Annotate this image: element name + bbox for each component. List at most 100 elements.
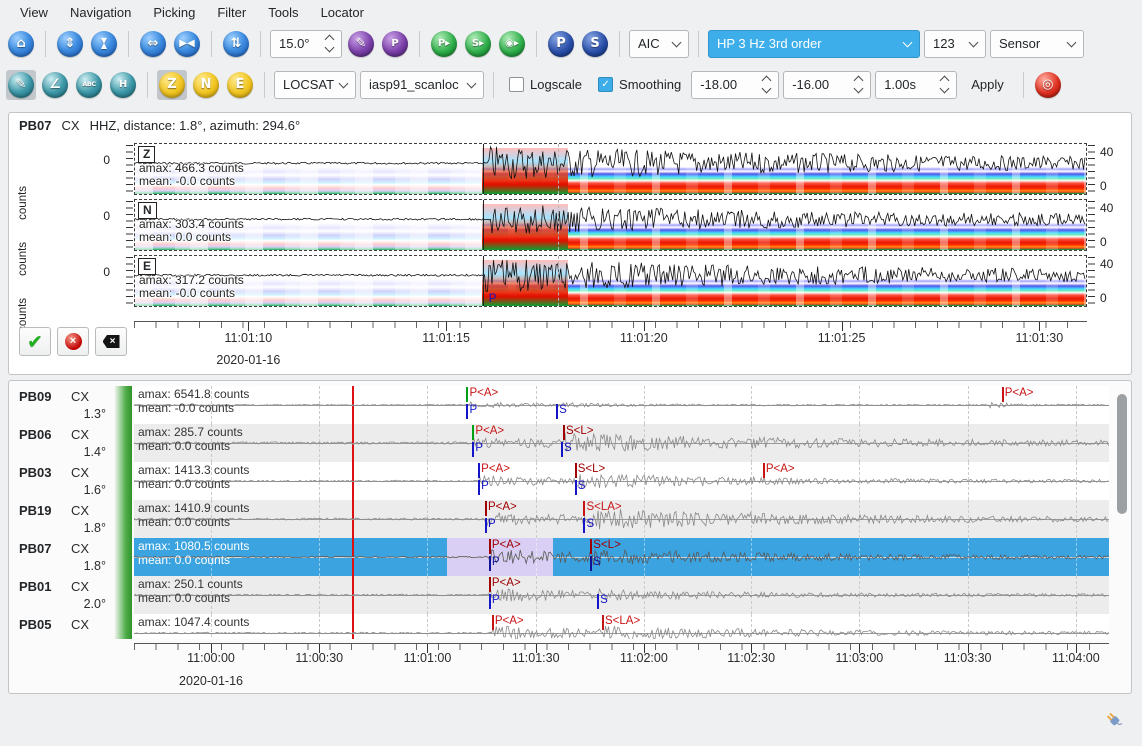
station-row-pb01[interactable]: PB01CX2.0°amax: 250.1 countsmean: 0.0 co… [9,576,1131,614]
max-distance-spinbox[interactable]: 15.0° [270,30,342,58]
trace-cell[interactable]: amax: 285.7 countsmean: 0.0 countsP<A>PS… [134,424,1109,462]
goto-next-s-button[interactable]: S▸ [463,29,493,59]
station-row-pb19[interactable]: PB19CX1.8°amax: 1410.9 countsmean: 0.0 c… [9,500,1131,538]
phase-marker[interactable]: P [472,441,542,458]
menu-tools[interactable]: Tools [258,2,308,23]
repick-p-button[interactable]: P [546,29,576,59]
trace-cell[interactable]: amax: 1413.3 countsmean: 0.0 countsP<A>P… [134,462,1109,500]
trace-cell[interactable]: amax: 1080.5 countsmean: 0.0 countsP<A>P… [134,538,1109,576]
menu-view[interactable]: View [10,2,58,23]
remove-pick-button[interactable]: × [95,327,127,356]
pick-tool-button[interactable]: ✎ [346,29,376,59]
phase-marker[interactable]: S [556,403,626,420]
amax-label: amax: 317.2 counts [139,273,244,287]
station-row-pb03[interactable]: PB03CX1.6°amax: 1413.3 countsmean: 0.0 c… [9,462,1131,500]
phase-marker[interactable]: P<A> [478,462,548,479]
time-zoom-out-button[interactable]: ⇔ [138,29,168,59]
phase-marker[interactable]: S<L> [575,462,645,479]
component-plot-z[interactable]: Zamax: 466.3 countsmean: -0.0 counts [134,143,1087,195]
scrollbar-thumb[interactable] [1117,394,1127,514]
phase-marker[interactable]: S<LA> [602,614,672,631]
time-tick-label: 11:01:25 [818,331,866,345]
right-axis: 400 [1087,199,1131,251]
toolbar-separator [45,31,46,57]
locator-combo[interactable]: LOCSAT [274,71,356,99]
goto-next-station-button[interactable]: ◉▸ [497,29,527,59]
phase-marker[interactable]: P<A> [1002,386,1072,403]
toolbar-separator [536,31,537,57]
smoothing-checkbox[interactable]: ✓Smoothing [598,77,681,92]
phase-marker[interactable]: S [590,555,660,572]
component-order-combo[interactable]: 123 [924,30,986,58]
phase-marker[interactable]: P [485,517,555,534]
time-zoom-in-button[interactable]: ▶◀ [172,29,202,59]
logscale-checkbox[interactable]: Logscale [509,77,582,92]
amplitude-zoom-reset-button[interactable]: ▼▲ [89,29,119,59]
phase-marker[interactable]: P [478,479,548,496]
phase-marker[interactable]: P<A> [489,576,559,593]
home-button[interactable]: ⌂ [6,29,36,59]
time-window-spinbox[interactable]: 1.00s [875,71,957,99]
station-label-cell: PB19CX1.8° [9,500,134,538]
reset-view-button[interactable]: ⇅ [221,29,251,59]
angle-tool-button[interactable]: ∠ [40,70,70,100]
reject-pick-button[interactable]: × [57,327,89,356]
menu-filter[interactable]: Filter [207,2,256,23]
align-tool-button[interactable]: H [108,70,138,100]
phase-marker[interactable]: P<A> [492,614,562,631]
phase-marker[interactable]: S [583,517,653,534]
phase-marker[interactable]: S<L> [563,424,633,441]
trace-cell[interactable]: amax: 250.1 countsmean: 0.0 countsP<A>PS [134,576,1109,614]
component-z-button[interactable]: Z [157,70,187,100]
apply-button[interactable]: Apply [961,73,1014,96]
station-row-pb06[interactable]: PB06CX1.4°amax: 285.7 countsmean: 0.0 co… [9,424,1131,462]
pick-marker-line[interactable] [483,256,484,306]
picker-algorithm-combo[interactable]: AIC [629,30,689,58]
phase-marker[interactable]: P [489,555,559,572]
repick-s-button[interactable]: S [580,29,610,59]
phase-marker[interactable]: P<A> [466,386,536,403]
annotation-tool-button[interactable]: ABC [74,70,104,100]
menu-navigation[interactable]: Navigation [60,2,141,23]
station-row-pb07[interactable]: PB07CX1.8°amax: 1080.5 countsmean: 0.0 c… [9,538,1131,576]
station-row-pb09[interactable]: PB09CX1.3°amax: 6541.8 countsmean: -0.0 … [9,386,1131,424]
phase-marker[interactable]: P<A> [489,538,559,555]
component-plot-e[interactable]: PEamax: 317.2 countsmean: -0.0 counts [134,255,1087,307]
component-e-button[interactable]: E [225,70,255,100]
velocity-model-combo[interactable]: iasp91_scanloc [360,71,484,99]
station-row-pb05[interactable]: PB05CXamax: 1047.4 countsP<A>S<LA> [9,614,1131,639]
relocate-button[interactable]: ◎ [1033,70,1063,100]
component-plot-n[interactable]: Namax: 303.4 countsmean: 0.0 counts [134,199,1087,251]
spectrogram-max-spinbox[interactable]: -16.00 [783,71,871,99]
phase-marker[interactable]: S<L> [590,538,660,555]
amplitude-zoom-in-button[interactable]: ⇕ [55,29,85,59]
component-n-button[interactable]: N [191,70,221,100]
picker-date-label: 2020-01-16 [216,353,280,367]
phase-marker[interactable]: S [575,479,645,496]
filter-combo[interactable]: HP 3 Hz 3rd order [708,30,920,58]
goto-next-s-icon: S▸ [465,31,491,57]
trace-cell[interactable]: amax: 1047.4 countsP<A>S<LA> [134,614,1109,639]
phase-marker[interactable]: P [466,403,536,420]
phase-marker[interactable]: S [597,593,667,610]
phase-marker[interactable]: S [561,441,631,458]
phase-marker[interactable]: S<LA> [583,500,653,517]
menu-picking[interactable]: Picking [143,2,205,23]
confirm-pick-button[interactable]: ✔ [19,327,51,356]
pick-polarity-button[interactable]: P [380,29,410,59]
pick-marker-line[interactable] [483,144,484,194]
phase-marker[interactable]: P<A> [763,462,833,479]
phase-marker[interactable]: P [489,593,559,610]
phase-marker[interactable]: P<A> [485,500,555,517]
pick-marker-line[interactable] [483,200,484,250]
amplitude-unit-combo[interactable]: Sensor [990,30,1084,58]
scrollbar[interactable] [1116,391,1128,641]
trace-cell[interactable]: amax: 6541.8 countsmean: -0.0 countsP<A>… [134,386,1109,424]
phase-marker[interactable]: P<A> [472,424,542,441]
spectrogram-tool-button[interactable]: ✎ [6,70,36,100]
goto-next-p-button[interactable]: P▸ [429,29,459,59]
component-e-icon: E [227,72,253,98]
trace-cell[interactable]: amax: 1410.9 countsmean: 0.0 countsP<A>P… [134,500,1109,538]
spectrogram-min-spinbox[interactable]: -18.00 [691,71,779,99]
menu-locator[interactable]: Locator [311,2,374,23]
